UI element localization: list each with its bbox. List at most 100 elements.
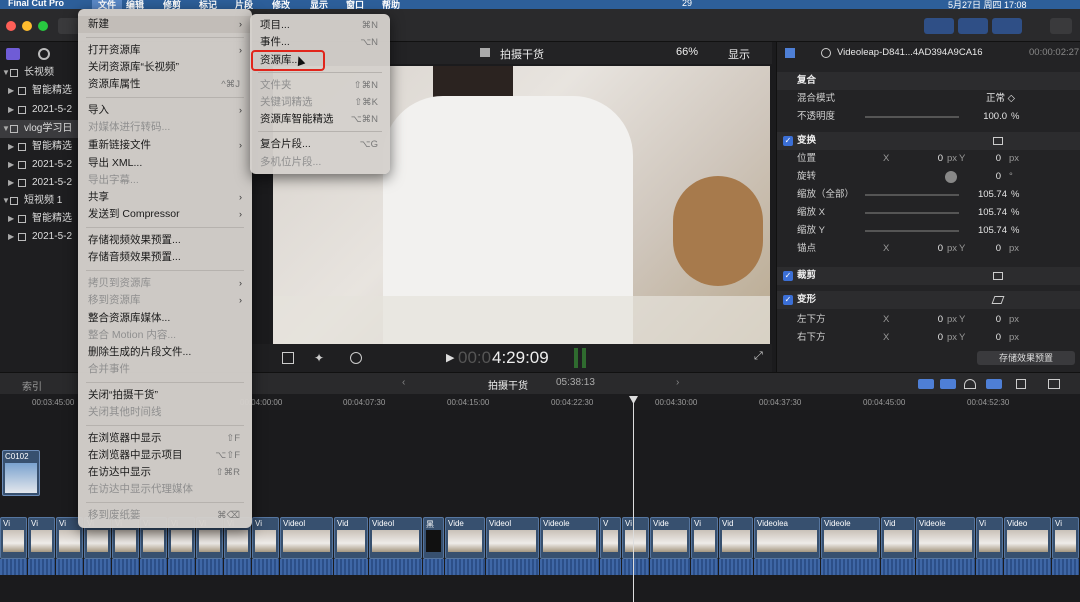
- scale-y-slider[interactable]: [865, 230, 959, 232]
- menu-modify[interactable]: 修改: [272, 0, 290, 9]
- share-icon[interactable]: [1050, 18, 1072, 34]
- timeline-clip[interactable]: Videoleа: [754, 517, 820, 559]
- bottom-left-x-value[interactable]: 0: [907, 311, 943, 329]
- rotation-dial[interactable]: [945, 171, 957, 183]
- app-menu[interactable]: Final Cut Pro: [8, 0, 64, 8]
- new-submenu-item[interactable]: 资源库智能精选 ⌥⌘N: [250, 111, 390, 128]
- headphones-icon[interactable]: [964, 379, 976, 389]
- fullscreen-icon[interactable]: ⤢: [754, 350, 763, 363]
- new-submenu-item[interactable]: 复合片段... ⌥G: [250, 136, 390, 153]
- bottom-right-x-value[interactable]: 0: [907, 329, 943, 347]
- clock[interactable]: 5月27日 周四 17:08: [948, 0, 1027, 9]
- library-row[interactable]: ▶ 智能精选: [0, 210, 80, 228]
- library-row[interactable]: ▶ 2021-5-2: [0, 228, 80, 246]
- file-menu-item[interactable]: 新建 ›: [78, 16, 252, 33]
- libraries-icon[interactable]: [6, 48, 20, 60]
- library-row[interactable]: ▶ 智能精选: [0, 82, 80, 100]
- bottom-left-y-value[interactable]: 0: [973, 311, 1001, 329]
- magic-wand-icon[interactable]: ✦: [314, 351, 324, 365]
- crop-onscreen-icon[interactable]: [993, 272, 1003, 280]
- file-menu-item[interactable]: 整合资源库媒体...: [78, 310, 252, 327]
- photos-icon[interactable]: [38, 48, 50, 60]
- timeline-project-name[interactable]: 拍摄干货: [488, 377, 528, 392]
- index-tab[interactable]: 索引: [22, 378, 42, 393]
- zoom-level[interactable]: 66%: [676, 46, 698, 58]
- crop-checkbox[interactable]: ✓: [783, 271, 793, 281]
- connected-clip[interactable]: C0102: [2, 450, 40, 496]
- speed-icon[interactable]: [350, 352, 362, 364]
- playhead[interactable]: [633, 396, 634, 602]
- library-row[interactable]: ▼ 短视频 1: [0, 192, 80, 210]
- opacity-slider[interactable]: [865, 116, 959, 118]
- timeline-clip[interactable]: Videol: [369, 517, 422, 559]
- back-arrow-icon[interactable]: ‹: [402, 377, 405, 388]
- position-x-value[interactable]: 0: [907, 150, 943, 168]
- distort-checkbox[interactable]: ✓: [783, 295, 793, 305]
- library-row[interactable]: ▼ vlog学习日: [0, 120, 80, 138]
- library-row[interactable]: ▶ 2021-5-2: [0, 174, 80, 192]
- menu-edit[interactable]: 编辑: [126, 0, 144, 9]
- save-effects-preset-button[interactable]: 存储效果预置: [977, 351, 1075, 365]
- file-menu-item[interactable]: 在浏览器中显示 ⇧F: [78, 430, 252, 447]
- scale-y-value[interactable]: 105.74: [967, 222, 1007, 240]
- library-row[interactable]: ▶ 智能精选: [0, 138, 80, 156]
- timeline-clip[interactable]: Videole: [916, 517, 975, 559]
- menu-mark[interactable]: 标记: [199, 0, 217, 9]
- menu-window[interactable]: 窗口: [346, 0, 364, 9]
- zoom-window-button[interactable]: [38, 21, 48, 31]
- transform-tool-icon[interactable]: [282, 352, 294, 364]
- menu-help[interactable]: 帮助: [382, 0, 400, 9]
- transform-checkbox[interactable]: ✓: [783, 136, 793, 146]
- timeline-clip[interactable]: Vid: [881, 517, 915, 559]
- timecode[interactable]: 4:29:09: [492, 348, 549, 368]
- timeline-clip[interactable]: Vi: [622, 517, 649, 559]
- new-submenu-item[interactable]: 项目... ⌘N: [250, 17, 390, 34]
- opacity-value[interactable]: 100.0: [967, 108, 1007, 126]
- timeline-clip[interactable]: 黑: [423, 517, 444, 559]
- blend-mode-select[interactable]: 正常 ◇: [967, 90, 1015, 108]
- file-menu-item[interactable]: 打开资源库 ›: [78, 42, 252, 59]
- info-icon[interactable]: [821, 48, 831, 58]
- timeline-toggle-icon[interactable]: [958, 18, 988, 34]
- file-menu-item[interactable]: 存储视频效果预置...: [78, 232, 252, 249]
- timeline-clip[interactable]: Videole: [821, 517, 880, 559]
- position-y-value[interactable]: 0: [973, 150, 1001, 168]
- rotation-value[interactable]: 0: [973, 168, 1001, 186]
- timeline-clip[interactable]: Videol: [486, 517, 539, 559]
- scale-x-slider[interactable]: [865, 212, 959, 214]
- timeline-clip[interactable]: Video: [1004, 517, 1051, 559]
- distort-onscreen-icon[interactable]: [991, 296, 1005, 304]
- timeline-clip[interactable]: Vi: [691, 517, 718, 559]
- bottom-right-y-value[interactable]: 0: [973, 329, 1001, 347]
- scale-all-slider[interactable]: [865, 194, 959, 196]
- menu-clip[interactable]: 片段: [235, 0, 253, 9]
- timeline-clip[interactable]: Vi: [28, 517, 55, 559]
- menu-view[interactable]: 显示: [310, 0, 328, 9]
- file-menu-item[interactable]: 删除生成的片段文件...: [78, 344, 252, 361]
- anchor-x-value[interactable]: 0: [907, 240, 943, 258]
- anchor-y-value[interactable]: 0: [973, 240, 1001, 258]
- file-menu-item[interactable]: 导出 XML...: [78, 155, 252, 172]
- inspector-toggle-icon[interactable]: [992, 18, 1022, 34]
- menu-file[interactable]: 文件: [92, 0, 123, 9]
- file-menu-item[interactable]: 发送到 Compressor ›: [78, 206, 252, 223]
- effects-browser-icon[interactable]: [1048, 379, 1060, 389]
- forward-arrow-icon[interactable]: ›: [676, 377, 679, 388]
- timeline-clip[interactable]: Vide: [445, 517, 485, 559]
- file-menu-item[interactable]: 资源库属性 ^⌘J: [78, 76, 252, 93]
- timeline-clip[interactable]: Vide: [650, 517, 690, 559]
- timeline-clip[interactable]: V: [600, 517, 621, 559]
- file-menu-item[interactable]: 共享 ›: [78, 189, 252, 206]
- timeline-clip[interactable]: Vi: [252, 517, 279, 559]
- timeline-clip[interactable]: Vid: [719, 517, 753, 559]
- transform-onscreen-icon[interactable]: [993, 137, 1003, 145]
- skimming-icon[interactable]: [918, 379, 934, 389]
- play-icon[interactable]: ▶: [446, 351, 454, 364]
- library-row[interactable]: ▶ 2021-5-2: [0, 101, 80, 119]
- minimize-window-button[interactable]: [22, 21, 32, 31]
- file-menu-item[interactable]: 关闭“拍摄干货”: [78, 387, 252, 404]
- timeline-clip[interactable]: Vi: [976, 517, 1003, 559]
- file-menu-item[interactable]: 存储音频效果预置...: [78, 249, 252, 266]
- browser-toggle-icon[interactable]: [924, 18, 954, 34]
- video-inspector-icon[interactable]: [785, 48, 795, 58]
